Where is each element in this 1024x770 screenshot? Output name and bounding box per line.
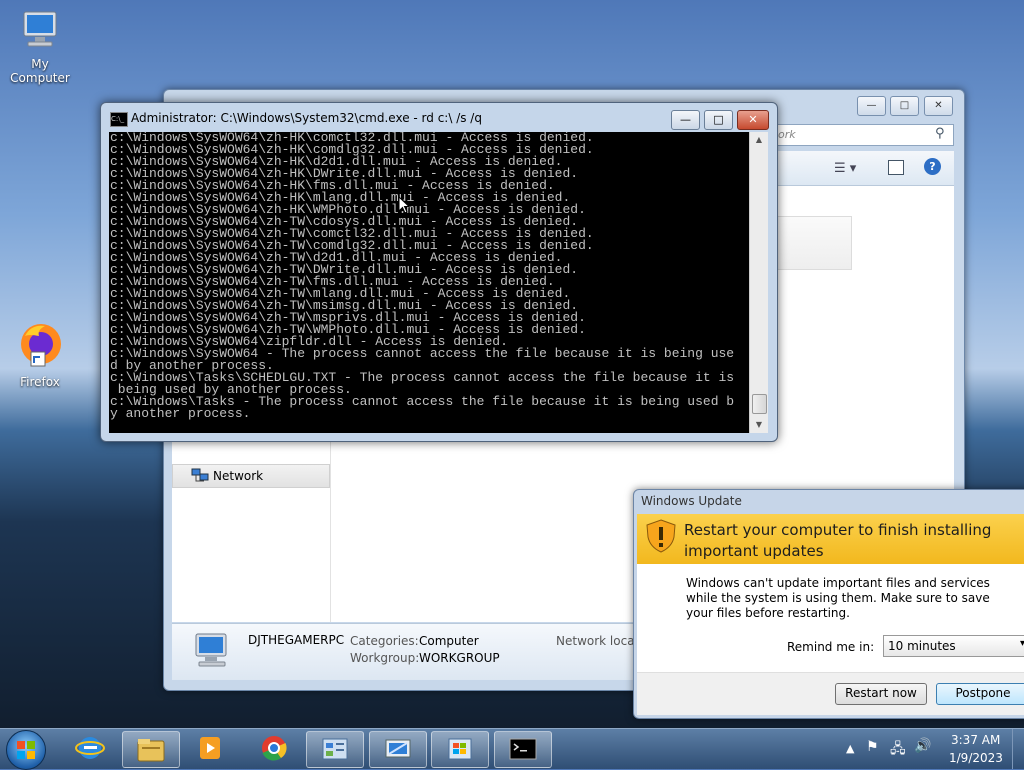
network-icon (191, 468, 209, 482)
help-icon[interactable]: ? (924, 158, 941, 175)
flag-icon[interactable]: ⚑ (866, 739, 879, 755)
cmd-icon (509, 738, 537, 760)
taskbar-file-explorer[interactable] (122, 731, 180, 768)
windows-update-icon (448, 738, 472, 760)
firefox-icon (21, 324, 61, 367)
taskbar: ▲ ⚑ 🖧 🔊 3:37 AM 1/9/2023 (0, 728, 1024, 770)
restart-now-button[interactable]: Restart now (835, 683, 927, 705)
update-heading: Restart your computer to finish installi… (684, 521, 992, 560)
remind-value: 10 minutes (888, 639, 956, 653)
mouse-cursor-icon (398, 196, 410, 214)
clock-date[interactable]: 1/9/2023 (949, 751, 1003, 765)
windows-update-dialog[interactable]: Windows Update Restart your computer to … (633, 489, 1024, 719)
maximize-button[interactable]: □ (890, 96, 919, 116)
scroll-up-icon[interactable]: ▲ (750, 132, 768, 148)
show-desktop-button[interactable] (1012, 729, 1024, 769)
computer-icon (23, 11, 57, 47)
taskbar-control-panel[interactable] (306, 731, 364, 768)
search-input[interactable]: work ⚲ (764, 124, 954, 146)
chrome-icon (262, 736, 287, 761)
show-hidden-icons[interactable]: ▲ (846, 742, 854, 755)
search-icon: ⚲ (935, 126, 945, 141)
shield-warning-icon (646, 519, 676, 553)
volume-icon[interactable]: 🔊 (914, 738, 931, 754)
taskbar-cmd[interactable] (494, 731, 552, 768)
taskbar-internet-explorer[interactable] (62, 731, 118, 766)
vertical-scrollbar[interactable]: ▲ ▼ (749, 132, 768, 433)
control-panel-icon (322, 738, 348, 760)
minimize-button[interactable]: — (857, 96, 886, 116)
computer-name: DJTHEGAMERPC (248, 633, 345, 647)
workgroup-value: WORKGROUP (419, 651, 500, 665)
sidebar-item-label: Network (213, 469, 264, 483)
network-icon (385, 739, 411, 758)
cmd-icon: C:\_ (110, 112, 128, 127)
remind-select[interactable]: 10 minutes ▾ (883, 635, 1024, 657)
internet-explorer-icon (75, 737, 105, 759)
computer-icon (195, 633, 227, 667)
network-location-label: Network locati (556, 634, 643, 648)
window-title: Administrator: C:\Windows\System32\cmd.e… (131, 111, 482, 125)
scroll-down-icon[interactable]: ▼ (750, 417, 768, 433)
update-message: Windows can't update important files and… (686, 576, 990, 620)
chevron-down-icon: ▾ (1020, 638, 1024, 649)
minimize-button[interactable]: — (671, 110, 700, 130)
console-output[interactable]: c:\Windows\SysWOW64\zh-HK\comctl32.dll.m… (109, 132, 749, 433)
windows-logo-icon (17, 741, 35, 759)
categories-label: Categories: (350, 634, 419, 648)
taskbar-media-player[interactable] (182, 731, 238, 766)
remind-label: Remind me in: (787, 640, 875, 654)
update-banner: Restart your computer to finish installi… (637, 514, 1024, 564)
taskbar-windows-update[interactable] (431, 731, 489, 768)
taskbar-network[interactable] (369, 731, 427, 768)
start-button[interactable] (6, 730, 46, 770)
view-options-icon[interactable]: ☰ ▾ (834, 161, 856, 176)
sidebar-item-network[interactable]: Network (172, 464, 330, 488)
dialog-body: Windows can't update important files and… (637, 564, 1024, 715)
workgroup-label: Workgroup: (350, 651, 420, 665)
file-explorer-icon (137, 739, 165, 762)
desktop-icon-firefox[interactable]: Firefox (0, 322, 80, 389)
cmd-window[interactable]: C:\_ Administrator: C:\Windows\System32\… (100, 102, 778, 442)
clock-time[interactable]: 3:37 AM (951, 733, 1000, 747)
desktop-icon-label: Firefox (20, 375, 60, 389)
desktop-icon-label: My Computer (10, 57, 70, 85)
maximize-button[interactable]: □ (704, 110, 733, 130)
preview-pane-icon[interactable] (888, 160, 904, 175)
dialog-title: Windows Update (641, 494, 742, 508)
close-button[interactable]: ✕ (737, 110, 769, 130)
media-player-icon (200, 737, 220, 759)
categories-value: Computer (419, 634, 479, 648)
taskbar-chrome[interactable] (246, 731, 302, 766)
console-text: c:\Windows\SysWOW64\zh-HK\comctl32.dll.m… (110, 132, 735, 421)
dialog-footer: Restart now Postpone (637, 672, 1024, 715)
postpone-button[interactable]: Postpone (936, 683, 1024, 705)
network-tray-icon[interactable]: 🖧 (890, 738, 906, 762)
scroll-thumb[interactable] (752, 394, 767, 414)
desktop-icon-my-computer[interactable]: My Computer (0, 10, 80, 85)
close-button[interactable]: ✕ (924, 96, 953, 116)
